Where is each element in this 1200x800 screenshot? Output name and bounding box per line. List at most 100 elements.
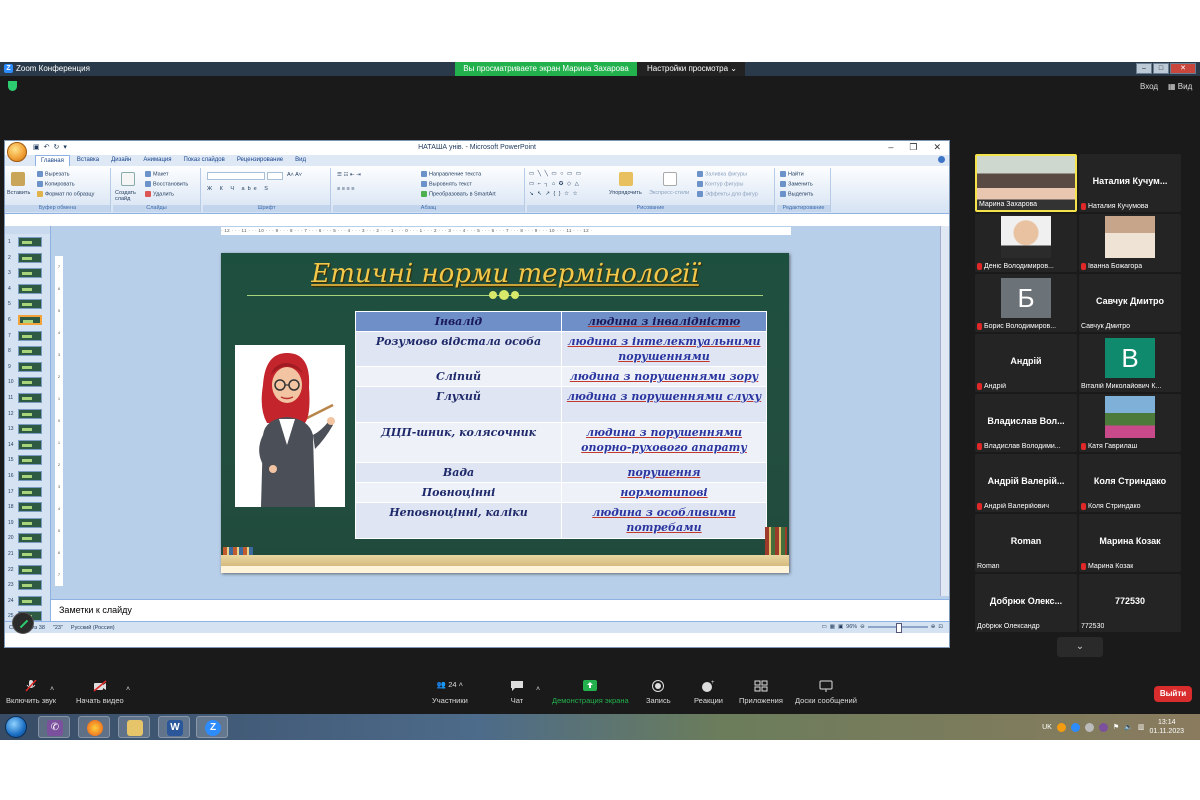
font-grow-shrink-buttons[interactable]: A˄ A˅: [287, 172, 302, 178]
help-icon[interactable]: [938, 156, 945, 163]
terminology-table[interactable]: Інвалід людина з інвалідністю Розумово від…: [355, 311, 767, 539]
apps-button[interactable]: Приложения: [739, 680, 783, 705]
participant-tile[interactable]: Андрій Валерій... Андрій Валерійович: [975, 454, 1077, 512]
quick-styles-icon[interactable]: [663, 172, 677, 186]
ppt-minimize-button[interactable]: –: [888, 142, 893, 153]
whiteboard-button[interactable]: Доски сообщений: [795, 680, 857, 705]
minimize-button[interactable]: –: [1136, 63, 1152, 74]
start-video-button[interactable]: Начать видео: [76, 680, 124, 705]
participant-tile[interactable]: Коля Стриндако Коля Стриндако: [1079, 454, 1181, 512]
slide-thumbnail[interactable]: 11: [8, 392, 48, 404]
office-button[interactable]: [7, 142, 27, 162]
slide-thumbnail[interactable]: 5: [8, 298, 48, 310]
slide-thumbnail[interactable]: 18: [8, 501, 48, 513]
slide-thumbnail[interactable]: 20: [8, 532, 48, 544]
shield-icon[interactable]: [8, 81, 17, 91]
participant-tile[interactable]: Деніс Володимиров...: [975, 214, 1077, 272]
tab-view[interactable]: Вид: [290, 155, 311, 166]
slide-thumbnail[interactable]: 13: [8, 423, 48, 435]
chat-options-icon[interactable]: ˄: [536, 686, 540, 693]
slide-thumbnail[interactable]: 9: [8, 361, 48, 373]
maximize-button[interactable]: □: [1153, 63, 1169, 74]
share-screen-button[interactable]: Демонстрация экрана: [552, 680, 629, 705]
start-button[interactable]: [5, 716, 27, 738]
tab-slideshow[interactable]: Показ слайдов: [179, 155, 230, 166]
slide-thumbnail[interactable]: 22: [8, 564, 48, 576]
select-button[interactable]: Выделить: [780, 191, 813, 197]
font-name-select[interactable]: [207, 172, 265, 180]
slide-canvas[interactable]: Етичні норми термінології Інвалід людина…: [221, 253, 789, 573]
audio-options-icon[interactable]: ˄: [50, 686, 54, 693]
delete-slide-button[interactable]: Удалить: [145, 191, 174, 197]
slide-thumbnail[interactable]: 6: [8, 314, 48, 326]
fit-slide-icon[interactable]: ⊡: [938, 624, 943, 630]
font-size-select[interactable]: [267, 172, 283, 180]
tab-home[interactable]: Главная: [35, 155, 70, 166]
participant-tile[interactable]: Roman Roman: [975, 514, 1077, 572]
slide-thumbnail[interactable]: 23: [8, 579, 48, 591]
participant-tile[interactable]: Савчук Дмитро Савчук Дмитро: [1079, 274, 1181, 332]
unmute-button[interactable]: Включить звук: [6, 680, 56, 705]
ppt-close-button[interactable]: ✕: [933, 142, 941, 153]
participant-tile[interactable]: Марина Захарова: [975, 154, 1077, 212]
zoom-slider[interactable]: [867, 623, 928, 633]
new-slide-button[interactable]: Создать слайд: [115, 190, 143, 202]
thumbnail-panel-tabs[interactable]: [5, 226, 50, 234]
taskbar-firefox[interactable]: [78, 716, 110, 738]
participant-tile[interactable]: Іванна Божагора: [1079, 214, 1181, 272]
enter-button[interactable]: Вход: [1140, 82, 1158, 91]
reactions-button[interactable]: + Реакции: [694, 680, 723, 705]
shapes-gallery-row3[interactable]: ↘ ↖ ↗ { } ☆ ☆: [529, 191, 579, 197]
tray-viber-icon[interactable]: [1098, 722, 1108, 732]
new-slide-icon[interactable]: [121, 172, 135, 186]
arrange-button[interactable]: Упорядочить: [609, 190, 642, 196]
slide-thumbnail[interactable]: 19: [8, 517, 48, 529]
tray-settings-icon[interactable]: [1084, 722, 1094, 732]
copy-button[interactable]: Копировать: [37, 181, 75, 187]
view-normal-icon[interactable]: ▭: [822, 624, 827, 630]
slide-thumbnail[interactable]: 14: [8, 439, 48, 451]
notes-pane[interactable]: Заметки к слайду: [51, 599, 949, 621]
format-painter-button[interactable]: Формат по образцу: [37, 191, 94, 197]
tray-app-icon[interactable]: [1056, 722, 1066, 732]
tab-animation[interactable]: Анимация: [138, 155, 176, 166]
chat-button[interactable]: Чат: [510, 680, 524, 705]
participant-tile[interactable]: Б Борис Володимиров...: [975, 274, 1077, 332]
slide-thumbnail[interactable]: 3: [8, 267, 48, 279]
layout-button[interactable]: Макет: [145, 171, 169, 177]
gallery-next-page-button[interactable]: ⌄: [1057, 637, 1103, 657]
participant-tile[interactable]: Наталия Кучум... Наталия Кучумова: [1079, 154, 1181, 212]
reset-button[interactable]: Восстановить: [145, 181, 188, 187]
taskbar-viber[interactable]: ✆: [38, 716, 70, 738]
close-button[interactable]: ✕: [1170, 63, 1196, 74]
tab-design[interactable]: Дизайн: [106, 155, 136, 166]
annotate-pencil-icon[interactable]: [12, 612, 34, 634]
participant-tile[interactable]: Катя Гаврилаш: [1079, 394, 1181, 452]
shape-fill-button[interactable]: Заливка фигуры: [697, 171, 747, 177]
find-button[interactable]: Найти: [780, 171, 804, 177]
language-indicator[interactable]: Русский (Россия): [71, 625, 115, 631]
view-slideshow-icon[interactable]: ▣: [838, 624, 843, 630]
align-text-button[interactable]: Выровнять текст: [421, 181, 472, 187]
slide-thumbnail[interactable]: 24: [8, 595, 48, 607]
quick-styles-button[interactable]: Экспресс-стили: [649, 190, 689, 196]
view-button[interactable]: ▦ Вид: [1168, 82, 1192, 91]
view-settings-button[interactable]: Настройки просмотра ⌄: [637, 62, 745, 76]
arrange-icon[interactable]: [619, 172, 633, 186]
participants-button[interactable]: 👥 24 ˄ Участники: [432, 680, 468, 705]
participant-tile[interactable]: 772530 772530: [1079, 574, 1181, 632]
shapes-gallery-row2[interactable]: ▭ ⌐ ┐ ⌂ ✪ ◇ △: [529, 181, 580, 187]
tab-insert[interactable]: Вставка: [72, 155, 104, 166]
participants-options-icon[interactable]: ˄: [459, 680, 463, 689]
language-indicator-tray[interactable]: UK: [1042, 724, 1052, 731]
slide-thumbnail[interactable]: 17: [8, 486, 48, 498]
ppt-restore-button[interactable]: ❐: [909, 142, 917, 153]
zoom-out-icon[interactable]: ⊖: [860, 624, 865, 630]
participant-tile[interactable]: Марина Козак Марина Козак: [1079, 514, 1181, 572]
shape-effects-button[interactable]: Эффекты для фигур: [697, 191, 758, 197]
participant-tile[interactable]: Андрій Андрій: [975, 334, 1077, 392]
slide-vertical-scrollbar[interactable]: [940, 226, 949, 596]
participant-tile[interactable]: Добрюк Олекс... Добрюк Олександр: [975, 574, 1077, 632]
participant-tile[interactable]: Владислав Вол... Владислав Володими...: [975, 394, 1077, 452]
zoom-level[interactable]: 96%: [846, 624, 857, 630]
